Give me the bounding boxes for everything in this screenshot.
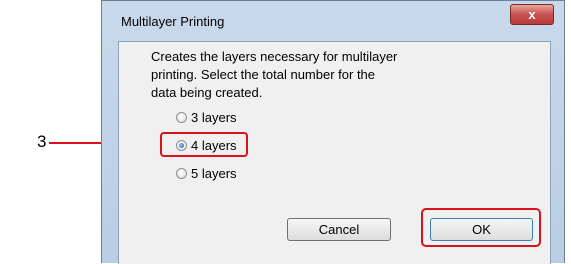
cancel-button[interactable]: Cancel <box>287 218 391 241</box>
option-5-layers[interactable]: 5 layers <box>176 165 237 181</box>
close-button[interactable]: x <box>510 4 554 25</box>
radio-button-icon[interactable] <box>176 167 187 179</box>
description-text: Creates the layers necessary for multila… <box>151 49 398 100</box>
radio-button-icon[interactable] <box>176 111 187 123</box>
dialog-title: Multilayer Printing <box>121 14 225 29</box>
title-bar: Multilayer Printing x <box>102 1 564 41</box>
option-label: 3 layers <box>191 109 237 125</box>
callout-number: 3 <box>37 132 47 151</box>
option-3-layers[interactable]: 3 layers <box>176 109 237 125</box>
highlight-box-4-layers <box>160 132 248 157</box>
option-label: 5 layers <box>191 165 237 181</box>
highlight-box-ok <box>421 208 541 247</box>
